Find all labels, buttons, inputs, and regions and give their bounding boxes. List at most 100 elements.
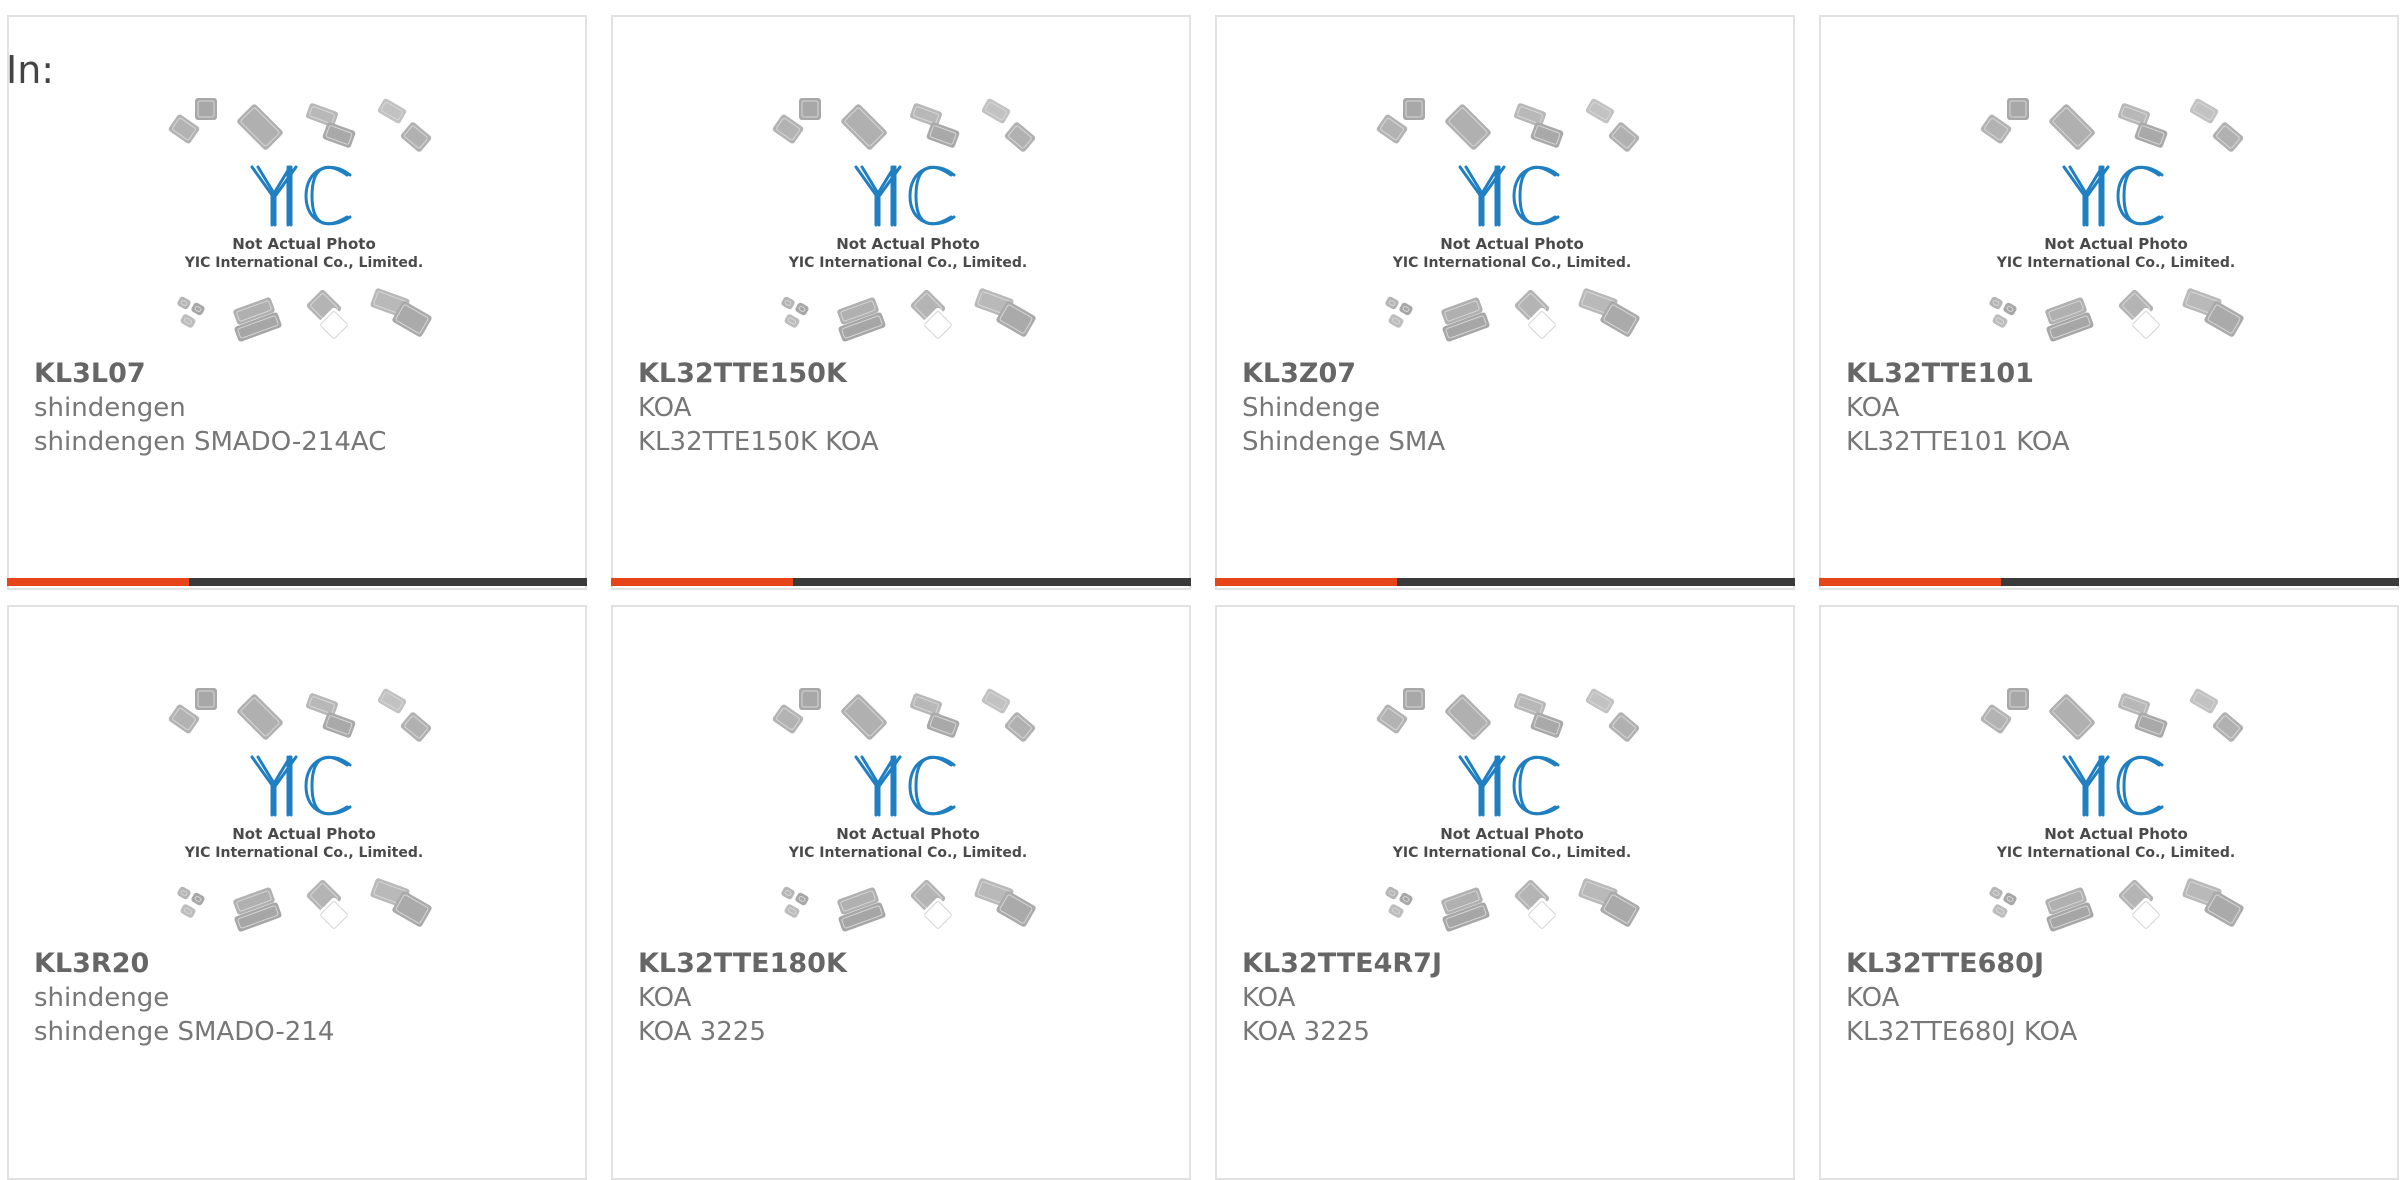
part-number[interactable]: KL32TTE101 [1846, 356, 2377, 391]
yic-logo-icon [1458, 165, 1560, 227]
not-actual-photo-text: Not Actual Photo [232, 235, 376, 253]
placeholder-graphic: Not Actual Photo YIC International Co., L… [1980, 688, 2244, 933]
product-info: KL32TTE101 KOA KL32TTE101 KOA [1846, 356, 2377, 459]
not-actual-photo-text: Not Actual Photo [232, 825, 376, 843]
chip-shape-icon [926, 122, 960, 148]
description: shindengen SMADO-214AC [34, 427, 387, 457]
card-accent-bar [1819, 578, 2399, 586]
yic-logo-icon [2062, 755, 2164, 817]
part-number[interactable]: KL32TTE680J [1846, 946, 2377, 981]
chip-shape-icon [1385, 886, 1399, 900]
chip-shape-icon [981, 98, 1011, 124]
chip-shape-icon [2212, 122, 2244, 152]
product-card[interactable]: Not Actual Photo YIC International Co., L… [1819, 15, 2399, 590]
chip-shape-icon [2134, 712, 2168, 738]
part-number[interactable]: KL3L07 [34, 356, 565, 391]
chip-shape-icon [177, 886, 191, 900]
product-grid: Not Actual Photo YIC International Co., L… [7, 15, 2399, 1180]
chip-shape-icon [1608, 122, 1640, 152]
chip-shape-icon [2134, 122, 2168, 148]
chip-shape-icon [191, 892, 205, 906]
description: KL32TTE680J KOA [1846, 1017, 2078, 1047]
manufacturer: KOA [638, 393, 692, 423]
chip-shape-icon [1403, 688, 1425, 710]
product-placeholder-image: Not Actual Photo YIC International Co., L… [1372, 687, 1652, 947]
product-info: KL3Z07 Shindenge Shindenge SMA [1242, 356, 1773, 459]
part-number[interactable]: KL32TTE4R7J [1242, 946, 1773, 981]
not-actual-photo-text: Not Actual Photo [1440, 235, 1584, 253]
chip-shape-icon [2003, 302, 2017, 316]
chip-shape-icon [1989, 886, 2003, 900]
not-actual-photo-text: Not Actual Photo [1440, 825, 1584, 843]
placeholder-graphic: Not Actual Photo YIC International Co., L… [772, 688, 1036, 933]
chip-shape-icon [1445, 104, 1491, 150]
manufacturer: shindenge [34, 983, 170, 1013]
placeholder-graphic: Not Actual Photo YIC International Co., L… [168, 98, 432, 343]
yic-logo-icon [250, 165, 352, 227]
chip-shape-icon [195, 98, 217, 120]
chip-shape-icon [1445, 694, 1491, 740]
product-placeholder-image: Not Actual Photo YIC International Co., L… [1976, 97, 2256, 357]
product-info: KL3R20 shindenge shindenge SMADO-214 [34, 946, 565, 1049]
product-card[interactable]: Not Actual Photo YIC International Co., L… [7, 605, 587, 1180]
part-number[interactable]: KL32TTE180K [638, 946, 1169, 981]
company-caption-text: YIC International Co., Limited. [1996, 845, 2235, 861]
description: KL32TTE101 KOA [1846, 427, 2070, 457]
chip-shape-icon [2049, 104, 2095, 150]
company-caption-text: YIC International Co., Limited. [788, 255, 1027, 271]
chip-shape-icon [981, 688, 1011, 714]
product-info: KL32TTE180K KOA KOA 3225 [638, 946, 1169, 1049]
chip-shape-icon [1403, 98, 1425, 120]
not-actual-photo-text: Not Actual Photo [2044, 825, 2188, 843]
not-actual-photo-text: Not Actual Photo [2044, 235, 2188, 253]
product-card[interactable]: Not Actual Photo YIC International Co., L… [611, 15, 1191, 590]
product-placeholder-image: Not Actual Photo YIC International Co., L… [1976, 687, 2256, 947]
chip-shape-icon [2003, 892, 2017, 906]
placeholder-graphic: Not Actual Photo YIC International Co., L… [168, 688, 432, 933]
product-card[interactable]: Not Actual Photo YIC International Co., L… [1215, 15, 1795, 590]
manufacturer: Shindenge [1242, 393, 1381, 423]
chip-shape-icon [1388, 314, 1404, 328]
description: KOA 3225 [638, 1017, 766, 1047]
chip-shape-icon [781, 296, 795, 310]
product-card[interactable]: Not Actual Photo YIC International Co., L… [611, 605, 1191, 1180]
description: KL32TTE150K KOA [638, 427, 879, 457]
company-caption-text: YIC International Co., Limited. [788, 845, 1027, 861]
chip-shape-icon [237, 104, 283, 150]
part-number[interactable]: KL32TTE150K [638, 356, 1169, 391]
chip-shape-icon [1530, 122, 1564, 148]
chip-shape-icon [1385, 296, 1399, 310]
chip-shape-icon [784, 904, 800, 918]
chip-shape-icon [237, 694, 283, 740]
chip-shape-icon [795, 302, 809, 316]
placeholder-graphic: Not Actual Photo YIC International Co., L… [1376, 98, 1640, 343]
chip-shape-icon [1388, 904, 1404, 918]
product-info: KL3L07 shindengen shindengen SMADO-214AC [34, 356, 565, 459]
chip-shape-icon [1585, 98, 1615, 124]
part-number[interactable]: KL3Z07 [1242, 356, 1773, 391]
yic-logo-icon [1458, 755, 1560, 817]
company-caption-text: YIC International Co., Limited. [1996, 255, 2235, 271]
placeholder-graphic: Not Actual Photo YIC International Co., L… [1376, 688, 1640, 933]
product-card[interactable]: Not Actual Photo YIC International Co., L… [7, 15, 587, 590]
card-accent-bar [611, 578, 1191, 586]
chip-shape-icon [400, 712, 432, 742]
chip-shape-icon [2049, 694, 2095, 740]
company-caption-text: YIC International Co., Limited. [184, 255, 423, 271]
chip-shape-icon [1004, 122, 1036, 152]
chip-shape-icon [841, 694, 887, 740]
chip-shape-icon [1989, 296, 2003, 310]
chip-shape-icon [795, 892, 809, 906]
chip-shape-icon [2212, 712, 2244, 742]
product-info: KL32TTE4R7J KOA KOA 3225 [1242, 946, 1773, 1049]
part-number[interactable]: KL3R20 [34, 946, 565, 981]
chip-shape-icon [377, 98, 407, 124]
manufacturer: shindengen [34, 393, 186, 423]
chip-shape-icon [195, 688, 217, 710]
chip-shape-icon [400, 122, 432, 152]
product-card[interactable]: Not Actual Photo YIC International Co., L… [1215, 605, 1795, 1180]
product-card[interactable]: Not Actual Photo YIC International Co., L… [1819, 605, 2399, 1180]
manufacturer: KOA [1846, 983, 1900, 1013]
description: Shindenge SMA [1242, 427, 1446, 457]
description: KOA 3225 [1242, 1017, 1370, 1047]
